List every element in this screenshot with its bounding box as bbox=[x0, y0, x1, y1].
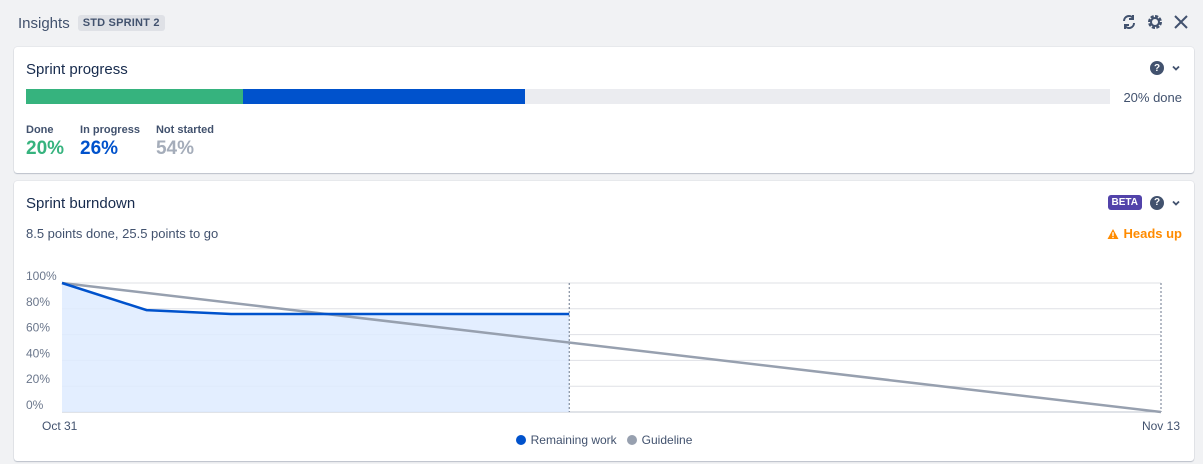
legend-label: Remaining work bbox=[530, 433, 617, 447]
chevron-down-icon[interactable] bbox=[1170, 62, 1182, 74]
close-icon[interactable] bbox=[1171, 12, 1191, 32]
x-end-label: Nov 13 bbox=[1142, 419, 1180, 431]
progress-done-segment bbox=[26, 89, 243, 104]
stat-label: Not started bbox=[155, 124, 214, 136]
stat-1: In progress 26% bbox=[80, 124, 140, 160]
y-tick-label: 60% bbox=[26, 321, 50, 335]
progress-in-progress-segment bbox=[242, 89, 525, 104]
y-tick-label: 0% bbox=[26, 398, 44, 412]
panel-title: Insights bbox=[18, 14, 70, 32]
legend-dot-icon bbox=[515, 435, 526, 445]
stat-label: In progress bbox=[80, 124, 140, 136]
stat-label: Done bbox=[26, 124, 54, 136]
refresh-icon[interactable] bbox=[1119, 12, 1139, 32]
insights-header: Insights STD SPRINT 2 bbox=[0, 0, 1203, 46]
y-tick-label: 40% bbox=[26, 346, 50, 360]
stat-0: Done 20% bbox=[26, 124, 64, 160]
burndown-chart: 100% 80% 60% 40% 20% 0% Oct 31 Nov 13 bbox=[26, 269, 1180, 431]
chart-legend: Remaining work Guideline bbox=[14, 433, 1194, 447]
sprint-burndown-card: Sprint burndown BETA ? 8.5 points done, … bbox=[14, 181, 1194, 461]
y-tick-label: 100% bbox=[26, 269, 57, 283]
stat-value: 54% bbox=[155, 138, 194, 159]
progress-stats: Done 20% In progress 26% Not started 54% bbox=[26, 124, 214, 160]
sprint-badge: STD SPRINT 2 bbox=[77, 15, 165, 31]
stat-value: 20% bbox=[26, 138, 65, 159]
sprint-progress-title: Sprint progress bbox=[26, 61, 128, 78]
header-actions bbox=[1119, 12, 1191, 32]
gear-icon[interactable] bbox=[1145, 12, 1165, 32]
progress-bar bbox=[26, 89, 1110, 104]
x-start-label: Oct 31 bbox=[42, 419, 78, 431]
legend-item: Guideline bbox=[626, 433, 693, 447]
legend-item: Remaining work bbox=[515, 433, 617, 447]
stat-2: Not started 54% bbox=[156, 124, 214, 160]
y-tick-label: 20% bbox=[26, 372, 50, 386]
remaining-work-area bbox=[62, 283, 570, 412]
stat-value: 26% bbox=[80, 138, 119, 159]
question-circle-icon[interactable]: ? bbox=[1150, 61, 1164, 75]
y-tick-label: 80% bbox=[26, 295, 50, 309]
percent-done-label: 20% done bbox=[1123, 90, 1182, 105]
sprint-progress-card: Sprint progress ? 20% done Done 20% In pro… bbox=[14, 47, 1194, 173]
sprint-progress-actions: ? bbox=[1150, 61, 1182, 75]
legend-dot-icon bbox=[626, 435, 637, 445]
legend-label: Guideline bbox=[641, 433, 693, 447]
